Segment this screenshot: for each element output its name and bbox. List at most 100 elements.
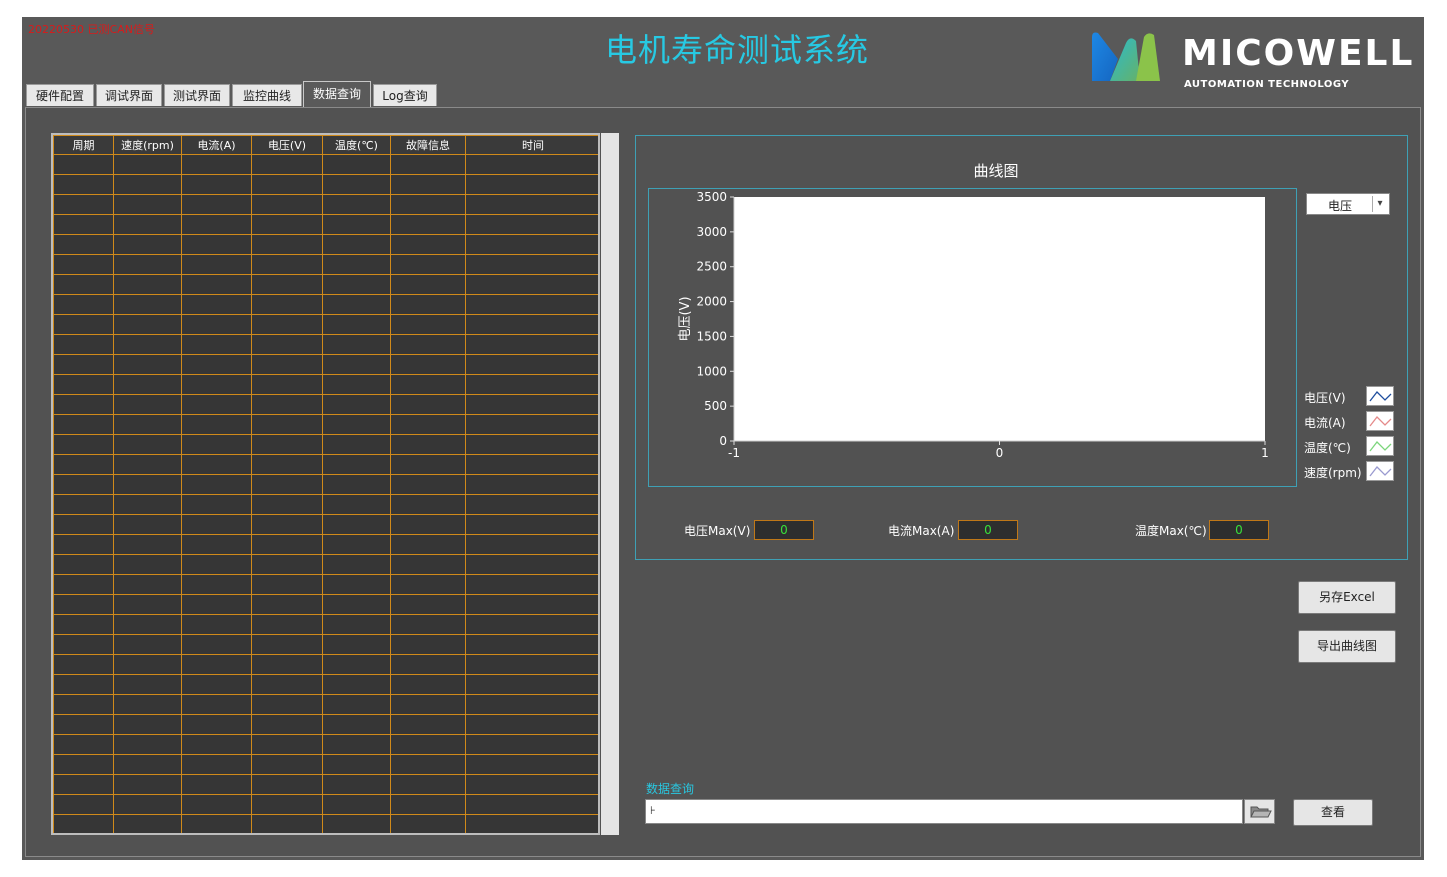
table-cell[interactable]	[53, 794, 114, 815]
tab-hardware-config[interactable]: 硬件配置	[26, 84, 94, 106]
table-cell[interactable]	[465, 334, 598, 355]
table-cell[interactable]	[251, 554, 323, 575]
table-cell[interactable]	[390, 374, 466, 395]
table-cell[interactable]	[181, 194, 252, 215]
table-row[interactable]	[53, 754, 598, 775]
table-cell[interactable]	[390, 514, 466, 535]
table-cell[interactable]	[53, 634, 114, 655]
table-cell[interactable]	[53, 694, 114, 715]
table-cell[interactable]	[113, 314, 182, 335]
table-cell[interactable]	[251, 814, 323, 833]
table-cell[interactable]	[53, 574, 114, 595]
table-cell[interactable]	[53, 294, 114, 315]
table-cell[interactable]	[181, 374, 252, 395]
table-cell[interactable]	[465, 234, 598, 255]
table-cell[interactable]	[53, 754, 114, 775]
table-cell[interactable]	[465, 494, 598, 515]
table-cell[interactable]	[113, 494, 182, 515]
table-row[interactable]	[53, 294, 598, 315]
table-row[interactable]	[53, 634, 598, 655]
table-cell[interactable]	[390, 154, 466, 175]
table-row[interactable]	[53, 554, 598, 575]
tab-log-query[interactable]: Log查询	[373, 84, 437, 106]
table-cell[interactable]	[113, 414, 182, 435]
table-cell[interactable]	[53, 494, 114, 515]
table-cell[interactable]	[113, 394, 182, 415]
table-cell[interactable]	[181, 354, 252, 375]
table-cell[interactable]	[390, 434, 466, 455]
table-cell[interactable]	[113, 594, 182, 615]
table-row[interactable]	[53, 274, 598, 295]
table-cell[interactable]	[251, 414, 323, 435]
table-cell[interactable]	[322, 754, 391, 775]
table-cell[interactable]	[322, 554, 391, 575]
table-cell[interactable]	[390, 474, 466, 495]
table-cell[interactable]	[251, 654, 323, 675]
table-cell[interactable]	[251, 294, 323, 315]
table-row[interactable]	[53, 534, 598, 555]
table-cell[interactable]	[322, 454, 391, 475]
table-cell[interactable]	[251, 494, 323, 515]
table-cell[interactable]	[390, 494, 466, 515]
table-cell[interactable]	[53, 454, 114, 475]
table-cell[interactable]	[322, 334, 391, 355]
table-cell[interactable]	[322, 634, 391, 655]
table-cell[interactable]	[465, 594, 598, 615]
table-cell[interactable]	[113, 794, 182, 815]
table-cell[interactable]	[390, 734, 466, 755]
table-cell[interactable]	[390, 554, 466, 575]
table-row[interactable]	[53, 174, 598, 195]
table-cell[interactable]	[251, 714, 323, 735]
table-cell[interactable]	[251, 794, 323, 815]
table-cell[interactable]	[322, 694, 391, 715]
table-cell[interactable]	[251, 774, 323, 795]
table-cell[interactable]	[390, 654, 466, 675]
table-cell[interactable]	[53, 774, 114, 795]
table-row[interactable]	[53, 674, 598, 695]
table-cell[interactable]	[322, 794, 391, 815]
table-cell[interactable]	[465, 434, 598, 455]
table-cell[interactable]	[251, 354, 323, 375]
table-cell[interactable]	[53, 414, 114, 435]
table-cell[interactable]	[322, 214, 391, 235]
table-cell[interactable]	[465, 534, 598, 555]
table-cell[interactable]	[53, 194, 114, 215]
table-cell[interactable]	[113, 574, 182, 595]
table-cell[interactable]	[113, 454, 182, 475]
view-button[interactable]: 查看	[1293, 799, 1373, 826]
browse-button[interactable]	[1244, 799, 1275, 824]
table-cell[interactable]	[53, 514, 114, 535]
table-cell[interactable]	[113, 194, 182, 215]
table-cell[interactable]	[465, 794, 598, 815]
table-cell[interactable]	[251, 514, 323, 535]
table-cell[interactable]	[390, 294, 466, 315]
table-cell[interactable]	[53, 654, 114, 675]
legend-item-temperature[interactable]: 温度(℃)	[1304, 436, 1399, 458]
table-row[interactable]	[53, 514, 598, 535]
table-cell[interactable]	[53, 154, 114, 175]
table-cell[interactable]	[113, 294, 182, 315]
table-cell[interactable]	[181, 794, 252, 815]
table-cell[interactable]	[251, 734, 323, 755]
table-cell[interactable]	[322, 194, 391, 215]
table-cell[interactable]	[251, 694, 323, 715]
table-cell[interactable]	[322, 414, 391, 435]
tab-test[interactable]: 测试界面	[164, 84, 230, 106]
table-cell[interactable]	[322, 534, 391, 555]
table-cell[interactable]	[322, 714, 391, 735]
table-row[interactable]	[53, 214, 598, 235]
table-cell[interactable]	[390, 414, 466, 435]
table-cell[interactable]	[113, 614, 182, 635]
query-path-field[interactable]: ⊦	[645, 799, 1243, 824]
table-cell[interactable]	[465, 814, 598, 833]
table-cell[interactable]	[53, 714, 114, 735]
table-cell[interactable]	[181, 814, 252, 833]
table-cell[interactable]	[53, 474, 114, 495]
table-cell[interactable]	[322, 254, 391, 275]
table-cell[interactable]	[465, 414, 598, 435]
table-cell[interactable]	[53, 334, 114, 355]
table-cell[interactable]	[322, 614, 391, 635]
table-cell[interactable]	[251, 574, 323, 595]
table-cell[interactable]	[390, 534, 466, 555]
table-cell[interactable]	[322, 294, 391, 315]
